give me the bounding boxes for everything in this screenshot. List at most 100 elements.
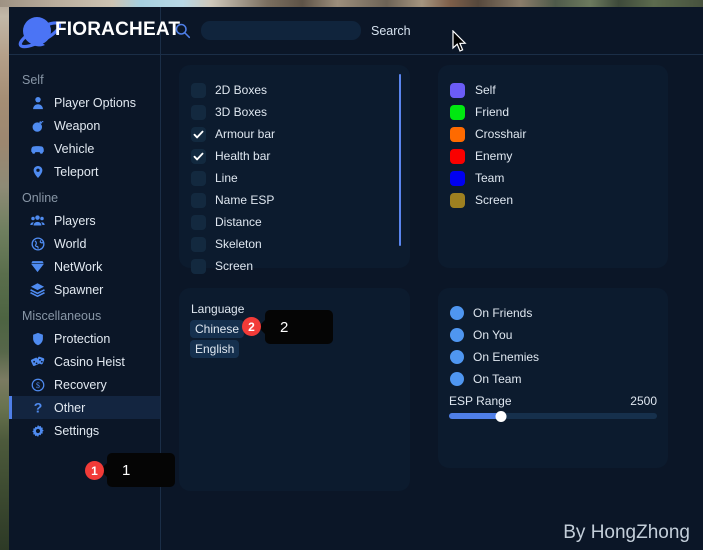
color-options-panel: Self Friend Crosshair Enemy Team Screen	[438, 65, 668, 268]
sidebar-item-casino-heist[interactable]: Casino Heist	[9, 350, 160, 373]
checkbox-indicator[interactable]	[191, 192, 206, 208]
checkbox-row-health-bar[interactable]: Health bar	[191, 145, 410, 167]
checkbox-indicator[interactable]	[191, 148, 206, 164]
checkbox-row-3d-boxes[interactable]: 3D Boxes	[191, 101, 410, 123]
esp-target-panel: On Friends On You On Enemies On Team ESP…	[438, 288, 668, 468]
sidebar-item-label: Recovery	[54, 377, 107, 392]
color-swatch[interactable]	[450, 82, 465, 98]
watermark: By HongZhong	[563, 522, 690, 543]
radio-row-on-enemies[interactable]: On Enemies	[450, 346, 668, 368]
sidebar-group-title-miscellaneous: Miscellaneous	[22, 309, 102, 323]
svg-text:$: $	[36, 381, 40, 390]
sidebar-item-weapon[interactable]: Weapon	[9, 114, 160, 137]
svg-text:?: ?	[33, 400, 42, 415]
checkbox-indicator[interactable]	[191, 82, 206, 98]
language-option-chinese[interactable]: Chinese	[190, 320, 245, 338]
slider-thumb[interactable]	[495, 411, 507, 422]
sidebar-item-vehicle[interactable]: Vehicle	[9, 137, 160, 160]
radio-row-on-you[interactable]: On You	[450, 324, 668, 346]
color-row-enemy[interactable]: Enemy	[450, 145, 668, 167]
radio-indicator[interactable]	[450, 306, 464, 320]
checkbox-row-line[interactable]: Line	[191, 167, 410, 189]
language-badge[interactable]: 2	[242, 317, 261, 336]
sidebar-item-label: Weapon	[54, 118, 101, 133]
sidebar-item-label: Casino Heist	[54, 354, 125, 369]
sidebar-item-players[interactable]: Players	[9, 209, 160, 232]
color-label: Crosshair	[475, 127, 527, 141]
esp-panel-scrollbar[interactable]	[399, 74, 401, 246]
color-row-self[interactable]: Self	[450, 79, 668, 101]
language-option-row-chinese: Chinese 2 2	[179, 310, 410, 344]
search-input[interactable]	[201, 21, 361, 40]
color-swatch[interactable]	[450, 170, 465, 186]
color-swatch[interactable]	[450, 104, 465, 120]
sidebar-item-other[interactable]: ? Other	[9, 396, 160, 419]
color-row-crosshair[interactable]: Crosshair	[450, 123, 668, 145]
radio-indicator[interactable]	[450, 350, 464, 364]
map-pin-icon	[30, 164, 45, 179]
checkbox-row-screen[interactable]: Screen	[191, 255, 410, 277]
diamond-icon	[30, 259, 45, 274]
sidebar-item-settings[interactable]: Settings	[9, 419, 160, 442]
esp-range-label: ESP Range	[449, 394, 512, 408]
grenade-icon	[30, 118, 45, 133]
sidebar-item-world[interactable]: World	[9, 232, 160, 255]
checkbox-indicator[interactable]	[191, 126, 206, 142]
color-swatch[interactable]	[450, 192, 465, 208]
other-badge[interactable]: 1	[85, 461, 104, 480]
sidebar-item-label: Other	[54, 400, 86, 415]
color-label: Team	[475, 171, 505, 185]
top-bar: FIORACHEAT Search	[9, 7, 703, 55]
checkbox-indicator[interactable]	[191, 258, 206, 274]
sidebar-item-spawner[interactable]: Spawner	[9, 278, 160, 301]
checkbox-row-2d-boxes[interactable]: 2D Boxes	[191, 79, 410, 101]
checkbox-label: Health bar	[215, 149, 271, 163]
checkbox-indicator[interactable]	[191, 104, 206, 120]
radio-row-on-friends[interactable]: On Friends	[450, 302, 668, 324]
cheat-menu-window: FIORACHEAT Search Self Player Options We…	[9, 7, 703, 550]
radio-indicator[interactable]	[450, 328, 464, 342]
color-label: Enemy	[475, 149, 513, 163]
sidebar-item-teleport[interactable]: Teleport	[9, 160, 160, 183]
car-icon	[30, 141, 45, 156]
layers-icon	[30, 282, 45, 297]
sidebar-item-label: Vehicle	[54, 141, 95, 156]
question-mark-icon: ?	[30, 400, 45, 415]
color-row-team[interactable]: Team	[450, 167, 668, 189]
sidebar-item-label: World	[54, 236, 87, 251]
sidebar-item-label: NetWork	[54, 259, 103, 274]
checkbox-row-name-esp[interactable]: Name ESP	[191, 189, 410, 211]
esp-range-slider[interactable]: ESP Range 2500	[449, 394, 657, 422]
radio-row-on-team[interactable]: On Team	[450, 368, 668, 390]
sidebar-item-recovery[interactable]: $ Recovery	[9, 373, 160, 396]
color-swatch[interactable]	[450, 126, 465, 142]
sidebar-item-player-options[interactable]: Player Options	[9, 91, 160, 114]
color-row-screen[interactable]: Screen	[450, 189, 668, 211]
brand-area: FIORACHEAT	[9, 7, 180, 55]
color-row-friend[interactable]: Friend	[450, 101, 668, 123]
checkbox-indicator[interactable]	[191, 214, 206, 230]
slider-track[interactable]	[449, 411, 657, 422]
checkbox-indicator[interactable]	[191, 170, 206, 186]
checkbox-row-distance[interactable]: Distance	[191, 211, 410, 233]
checkbox-label: 2D Boxes	[215, 83, 268, 97]
globe-icon	[30, 236, 45, 251]
game-background-left-strip	[0, 0, 9, 550]
check-icon	[193, 130, 204, 138]
checkbox-indicator[interactable]	[191, 236, 206, 252]
sidebar-item-network[interactable]: NetWork	[9, 255, 160, 278]
esp-range-header: ESP Range 2500	[449, 394, 657, 408]
dice-icon	[30, 354, 45, 369]
sidebar-item-label: Player Options	[54, 95, 136, 110]
radio-indicator[interactable]	[450, 372, 464, 386]
checkbox-label: Skeleton	[215, 237, 262, 251]
language-option-english[interactable]: English	[190, 340, 240, 358]
checkbox-row-armour-bar[interactable]: Armour bar	[191, 123, 410, 145]
sidebar-item-label: Players	[54, 213, 96, 228]
radio-label: On Team	[473, 372, 522, 386]
checkbox-row-skeleton[interactable]: Skeleton	[191, 233, 410, 255]
color-swatch[interactable]	[450, 148, 465, 164]
sidebar-item-protection[interactable]: Protection	[9, 327, 160, 350]
checkbox-label: Screen	[215, 259, 254, 273]
radio-label: On Friends	[473, 306, 533, 320]
